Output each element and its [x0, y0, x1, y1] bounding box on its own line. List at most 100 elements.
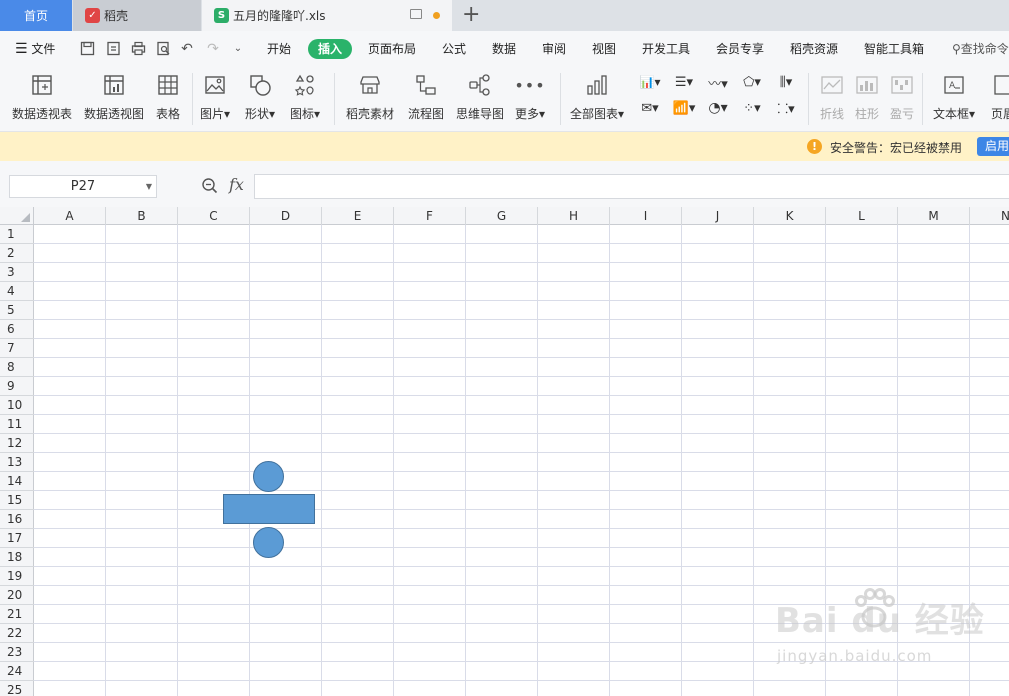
enable-macro-button[interactable]: 启用 — [977, 137, 1009, 156]
menu-developer[interactable]: 开发工具 — [642, 39, 690, 59]
tab-daoke[interactable]: ✓ 稻壳 — [73, 0, 201, 31]
row-header[interactable]: 7 — [0, 339, 34, 358]
row-header[interactable]: 16 — [0, 510, 34, 529]
pie-chart-dropdown[interactable]: ◔▾ — [704, 97, 732, 119]
row-header[interactable]: 25 — [0, 681, 34, 696]
print-preview-icon[interactable] — [155, 41, 171, 57]
row-header[interactable]: 4 — [0, 282, 34, 301]
zoom-icon[interactable] — [201, 177, 219, 195]
row-header[interactable]: 19 — [0, 567, 34, 586]
menu-page-layout[interactable]: 页面布局 — [368, 39, 416, 59]
tab-file[interactable]: S 五月的隆隆吖.xls — [202, 0, 452, 31]
row-header[interactable]: 6 — [0, 320, 34, 339]
menu-insert[interactable]: 插入 — [308, 39, 353, 59]
sparkline-winloss-button[interactable]: 盈亏 — [888, 71, 916, 122]
column-header[interactable]: C — [178, 207, 250, 225]
row-header[interactable]: 9 — [0, 377, 34, 396]
shape-button[interactable]: 形状▾ — [245, 71, 275, 122]
circle-shape-bottom[interactable] — [253, 527, 284, 558]
column-header[interactable]: K — [754, 207, 826, 225]
row-header[interactable]: 22 — [0, 624, 34, 643]
save-icon[interactable] — [79, 41, 95, 57]
sparkline-column-button[interactable]: 柱形 — [853, 71, 881, 122]
row-header[interactable]: 3 — [0, 263, 34, 282]
more-button[interactable]: ••• 更多▾ — [514, 71, 545, 122]
pivot-chart-button[interactable]: 数据透视图 — [84, 71, 144, 122]
menu-view[interactable]: 视图 — [592, 39, 616, 59]
row-header[interactable]: 5 — [0, 301, 34, 320]
redo-icon[interactable]: ↷ — [205, 41, 221, 57]
column-header[interactable]: M — [898, 207, 970, 225]
menu-review[interactable]: 审阅 — [542, 39, 566, 59]
monitor-icon[interactable] — [410, 9, 422, 19]
menu-daoke-resources[interactable]: 稻壳资源 — [790, 39, 838, 59]
print-icon[interactable] — [130, 41, 146, 57]
tab-home[interactable]: 首页 — [0, 0, 72, 31]
file-menu[interactable]: ☰ 文件 — [15, 39, 55, 59]
row-header[interactable]: 18 — [0, 548, 34, 567]
combo-chart-dropdown[interactable]: 📶▾ — [670, 97, 698, 119]
circle-shape-top[interactable] — [253, 461, 284, 492]
row-header[interactable]: 17 — [0, 529, 34, 548]
stock-chart-dropdown[interactable]: ⫼▾ — [772, 71, 800, 93]
all-charts-button[interactable]: 全部图表▾ — [570, 71, 624, 122]
row-header[interactable]: 10 — [0, 396, 34, 415]
column-header[interactable]: J — [682, 207, 754, 225]
row-header[interactable]: 12 — [0, 434, 34, 453]
column-header[interactable]: A — [34, 207, 106, 225]
column-header[interactable]: D — [250, 207, 322, 225]
row-header[interactable]: 23 — [0, 643, 34, 662]
row-header[interactable]: 15 — [0, 491, 34, 510]
scatter-chart-dropdown[interactable]: ⁘▾ — [738, 97, 766, 119]
column-header[interactable]: I — [610, 207, 682, 225]
column-header[interactable]: G — [466, 207, 538, 225]
textbox-button[interactable]: A 文本框▾ — [933, 71, 975, 122]
menu-smart-toolbox[interactable]: 智能工具箱 — [864, 39, 924, 59]
row-header[interactable]: 1 — [0, 225, 34, 244]
picture-button[interactable]: 图片▾ — [200, 71, 230, 122]
formula-input[interactable] — [254, 174, 1009, 199]
menu-start[interactable]: 开始 — [267, 39, 291, 59]
row-header[interactable]: 20 — [0, 586, 34, 605]
pivot-table-button[interactable]: 数据透视表 — [12, 71, 72, 122]
row-header[interactable]: 14 — [0, 472, 34, 491]
area-chart-dropdown[interactable]: ✉▾ — [636, 97, 664, 119]
chevron-down-icon[interactable]: ▼ — [146, 176, 152, 197]
daoke-material-button[interactable]: 稻壳素材 — [346, 71, 394, 122]
header-footer-button[interactable]: 页眉 — [989, 71, 1009, 122]
menu-member[interactable]: 会员专享 — [716, 39, 764, 59]
bubble-chart-dropdown[interactable]: ⸬▾ — [772, 97, 800, 119]
menu-formula[interactable]: 公式 — [442, 39, 466, 59]
radar-chart-dropdown[interactable]: ⬠▾ — [738, 71, 766, 93]
new-tab-button[interactable]: + — [462, 2, 480, 28]
row-header[interactable]: 8 — [0, 358, 34, 377]
table-button[interactable]: 表格 — [154, 71, 182, 122]
chevron-down-icon[interactable]: ⌄ — [230, 41, 246, 57]
bar-chart-dropdown[interactable]: ☰▾ — [670, 71, 698, 93]
column-header[interactable]: F — [394, 207, 466, 225]
flowchart-button[interactable]: 流程图 — [408, 71, 444, 122]
row-header[interactable]: 2 — [0, 244, 34, 263]
insert-function-button[interactable]: fx — [229, 175, 244, 194]
undo-icon[interactable]: ↶ — [179, 41, 195, 57]
mindmap-button[interactable]: 思维导图 — [456, 71, 504, 122]
row-header[interactable]: 24 — [0, 662, 34, 681]
row-header[interactable]: 13 — [0, 453, 34, 472]
menu-data[interactable]: 数据 — [492, 39, 516, 59]
column-header[interactable]: E — [322, 207, 394, 225]
row-header[interactable]: 11 — [0, 415, 34, 434]
name-box[interactable]: P27 ▼ — [9, 175, 157, 198]
icon-library-button[interactable]: 图标▾ — [290, 71, 320, 122]
column-chart-dropdown[interactable]: 📊▾ — [636, 71, 664, 93]
rectangle-shape[interactable] — [223, 494, 315, 524]
row-header[interactable]: 21 — [0, 605, 34, 624]
column-header[interactable]: L — [826, 207, 898, 225]
column-header[interactable]: N — [970, 207, 1009, 225]
column-header[interactable]: H — [538, 207, 610, 225]
search-command[interactable]: ⚲查找命令 — [952, 39, 1009, 59]
select-all-button[interactable] — [0, 207, 34, 225]
export-pdf-icon[interactable] — [105, 41, 121, 57]
line-chart-dropdown[interactable]: 〰▾ — [704, 71, 732, 93]
sparkline-line-button[interactable]: 折线 — [818, 71, 846, 122]
column-header[interactable]: B — [106, 207, 178, 225]
